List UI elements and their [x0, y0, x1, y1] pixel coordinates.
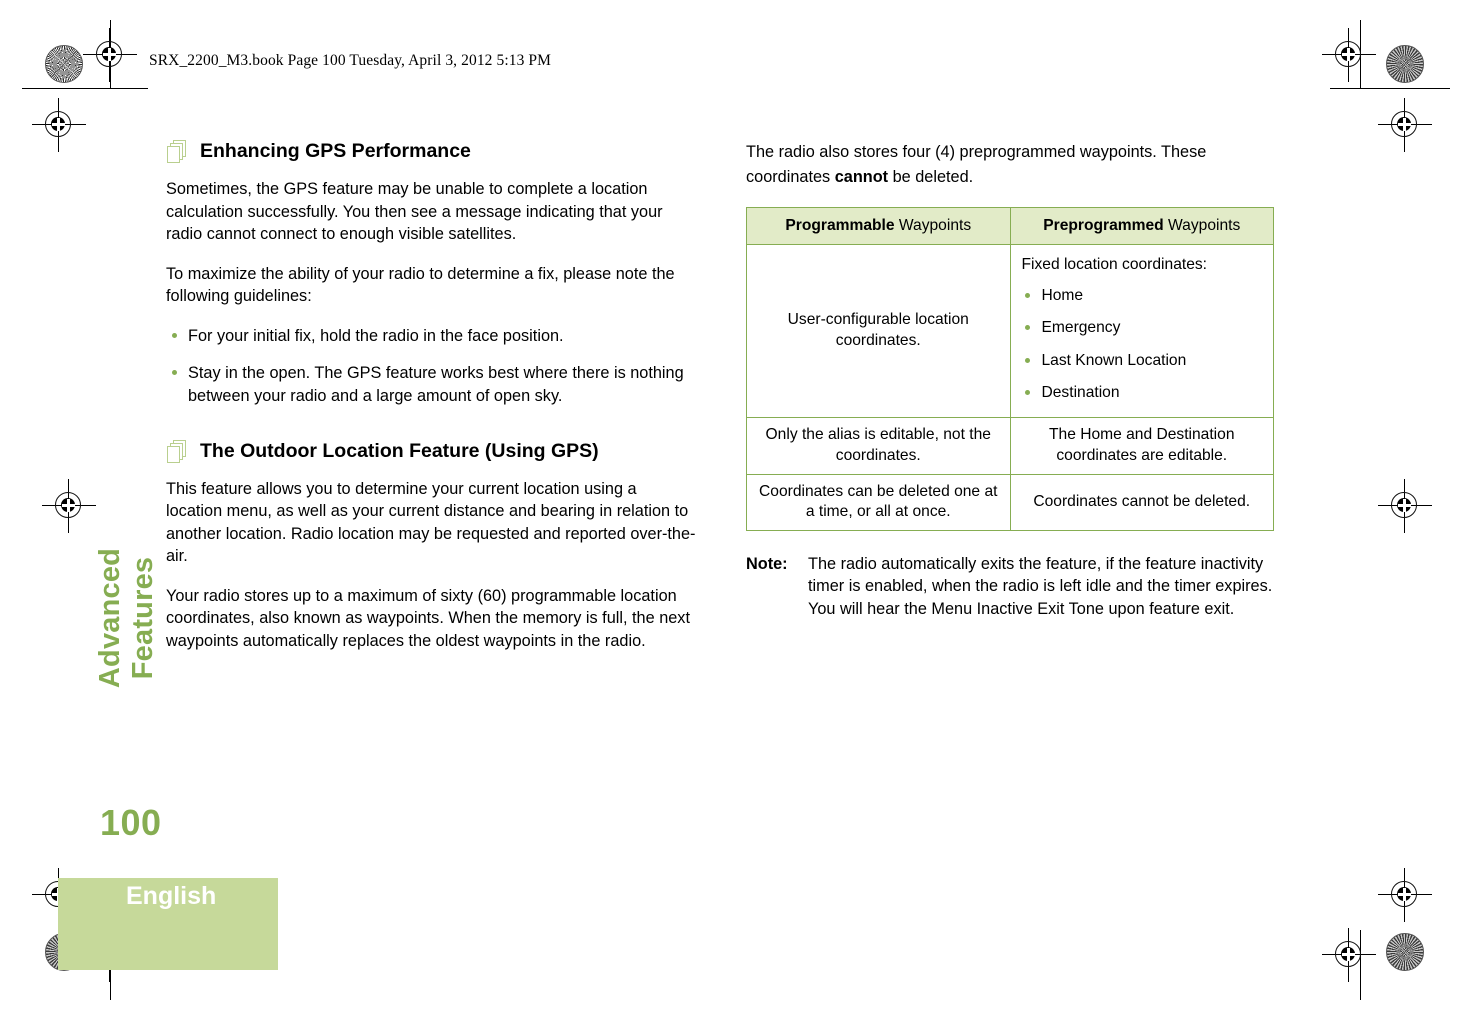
crop-line-top-right-horizontal: [1330, 88, 1450, 89]
list-item: Emergency: [1020, 318, 1265, 338]
table-cell-coordinates-deletable: Coordinates can be deleted one at a time…: [746, 473, 1011, 532]
intro-text-part-2: be deleted.: [888, 167, 974, 186]
page-number: 100: [100, 802, 162, 843]
table-header-preprogrammed-bold: Preprogrammed: [1043, 216, 1164, 234]
chapter-side-tab: Advanced Features: [94, 547, 159, 689]
waypoints-comparison-table: Programmable Waypoints Preprogrammed Way…: [746, 206, 1274, 532]
bullet-dot-icon: [1024, 357, 1030, 363]
list-item: Last Known Location: [1020, 351, 1265, 371]
table-cell-coordinates-not-deletable: Coordinates cannot be deleted.: [1009, 473, 1274, 532]
bullet-dot-icon: [172, 370, 177, 376]
list-item-label: Emergency: [1041, 319, 1121, 337]
intro-text-part-1: The radio also stores four (4) preprogra…: [746, 143, 1207, 186]
table-cell-user-configurable: User-configurable location coordinates.: [746, 244, 1011, 419]
registration-mark-middle-right: [1378, 479, 1432, 533]
list-item: For your initial fix, hold the radio in …: [166, 325, 696, 348]
guidelines-list: For your initial fix, hold the radio in …: [166, 325, 696, 408]
fixed-coordinates-lead: Fixed location coordinates:: [1021, 256, 1208, 274]
table-header-programmable-bold: Programmable: [785, 216, 895, 234]
registration-mark-middle-left: [42, 479, 96, 533]
paragraph-preprogrammed-waypoints: The radio also stores four (4) preprogra…: [746, 140, 1290, 190]
list-item: Destination: [1020, 383, 1265, 403]
registration-mark-bottom-right: [1378, 868, 1432, 922]
section-heading-label: The Outdoor Location Feature (Using GPS): [200, 439, 599, 462]
bullet-dot-icon: [172, 332, 177, 338]
list-item: Home: [1020, 286, 1265, 306]
list-item-label: Stay in the open. The GPS feature works …: [188, 364, 684, 405]
intro-text-bold: cannot: [834, 167, 889, 186]
list-item-label: For your initial fix, hold the radio in …: [188, 326, 564, 345]
table-row: User-configurable location coordinates. …: [746, 244, 1274, 419]
table-header-programmable-rest: Waypoints: [894, 216, 972, 234]
registration-mark-top-right-inner: [1378, 98, 1432, 152]
left-text-column: Enhancing GPS Performance Sometimes, the…: [166, 140, 696, 669]
table-cell-fixed-coordinates: Fixed location coordinates: Home Emergen…: [1009, 244, 1274, 419]
section-heading-label: Enhancing GPS Performance: [200, 140, 471, 163]
registration-mark-bottom-right-inner: [1322, 928, 1376, 982]
print-starburst-target-bottom-right: [1386, 933, 1424, 971]
stacked-pages-icon: [166, 140, 188, 164]
paragraph-sixty-waypoints: Your radio stores up to a maximum of six…: [166, 586, 690, 650]
table-cell-alias-editable: Only the alias is editable, not the coor…: [746, 417, 1011, 475]
print-starburst-target-top-right: [1386, 45, 1424, 83]
note-label: Note:: [746, 555, 788, 573]
note-text: The radio automatically exits the featur…: [808, 555, 1273, 618]
table-cell-home-destination-editable: The Home and Destination coordinates are…: [1009, 417, 1274, 475]
registration-mark-top-right: [1322, 28, 1376, 82]
table-header-programmable: Programmable Waypoints: [746, 206, 1011, 246]
paragraph-determine-current-location: This feature allows you to determine you…: [166, 479, 696, 566]
table-row: Coordinates can be deleted one at a time…: [746, 473, 1274, 532]
section-heading-outdoor-location-feature: The Outdoor Location Feature (Using GPS): [166, 439, 696, 464]
stacked-pages-icon: [166, 439, 188, 464]
registration-mark-top-left-inner: [32, 98, 86, 152]
list-item-label: Last Known Location: [1041, 351, 1187, 369]
list-item-label: Home: [1041, 287, 1084, 304]
registration-mark-top-left: [83, 28, 137, 82]
right-text-column: The radio also stores four (4) preprogra…: [746, 140, 1290, 620]
bullet-dot-icon: [1024, 293, 1030, 298]
note-block: Note: The radio automatically exits the …: [746, 553, 1290, 620]
list-item-label: Destination: [1041, 383, 1120, 401]
table-header-preprogrammed-rest: Waypoints: [1163, 216, 1241, 234]
paragraph-maximize-ability: To maximize the ability of your radio to…: [166, 264, 675, 306]
table-header-row: Programmable Waypoints Preprogrammed Way…: [746, 206, 1274, 246]
bullet-dot-icon: [1024, 389, 1030, 395]
list-item: Stay in the open. The GPS feature works …: [166, 362, 696, 407]
table-header-preprogrammed: Preprogrammed Waypoints: [1009, 206, 1274, 246]
print-starburst-target-top-left: [45, 45, 83, 83]
bullet-dot-icon: [1024, 325, 1030, 331]
crop-line-top-left-horizontal: [22, 88, 148, 89]
language-label: English: [126, 882, 217, 910]
fixed-coordinates-list: Home Emergency Last Known Location Desti…: [1020, 286, 1265, 403]
table-row: Only the alias is editable, not the coor…: [746, 417, 1274, 475]
section-heading-enhancing-gps-performance: Enhancing GPS Performance: [166, 140, 696, 164]
paragraph-gps-unable: Sometimes, the GPS feature may be unable…: [166, 180, 663, 244]
book-file-header: SRX_2200_M3.book Page 100 Tuesday, April…: [149, 52, 552, 69]
